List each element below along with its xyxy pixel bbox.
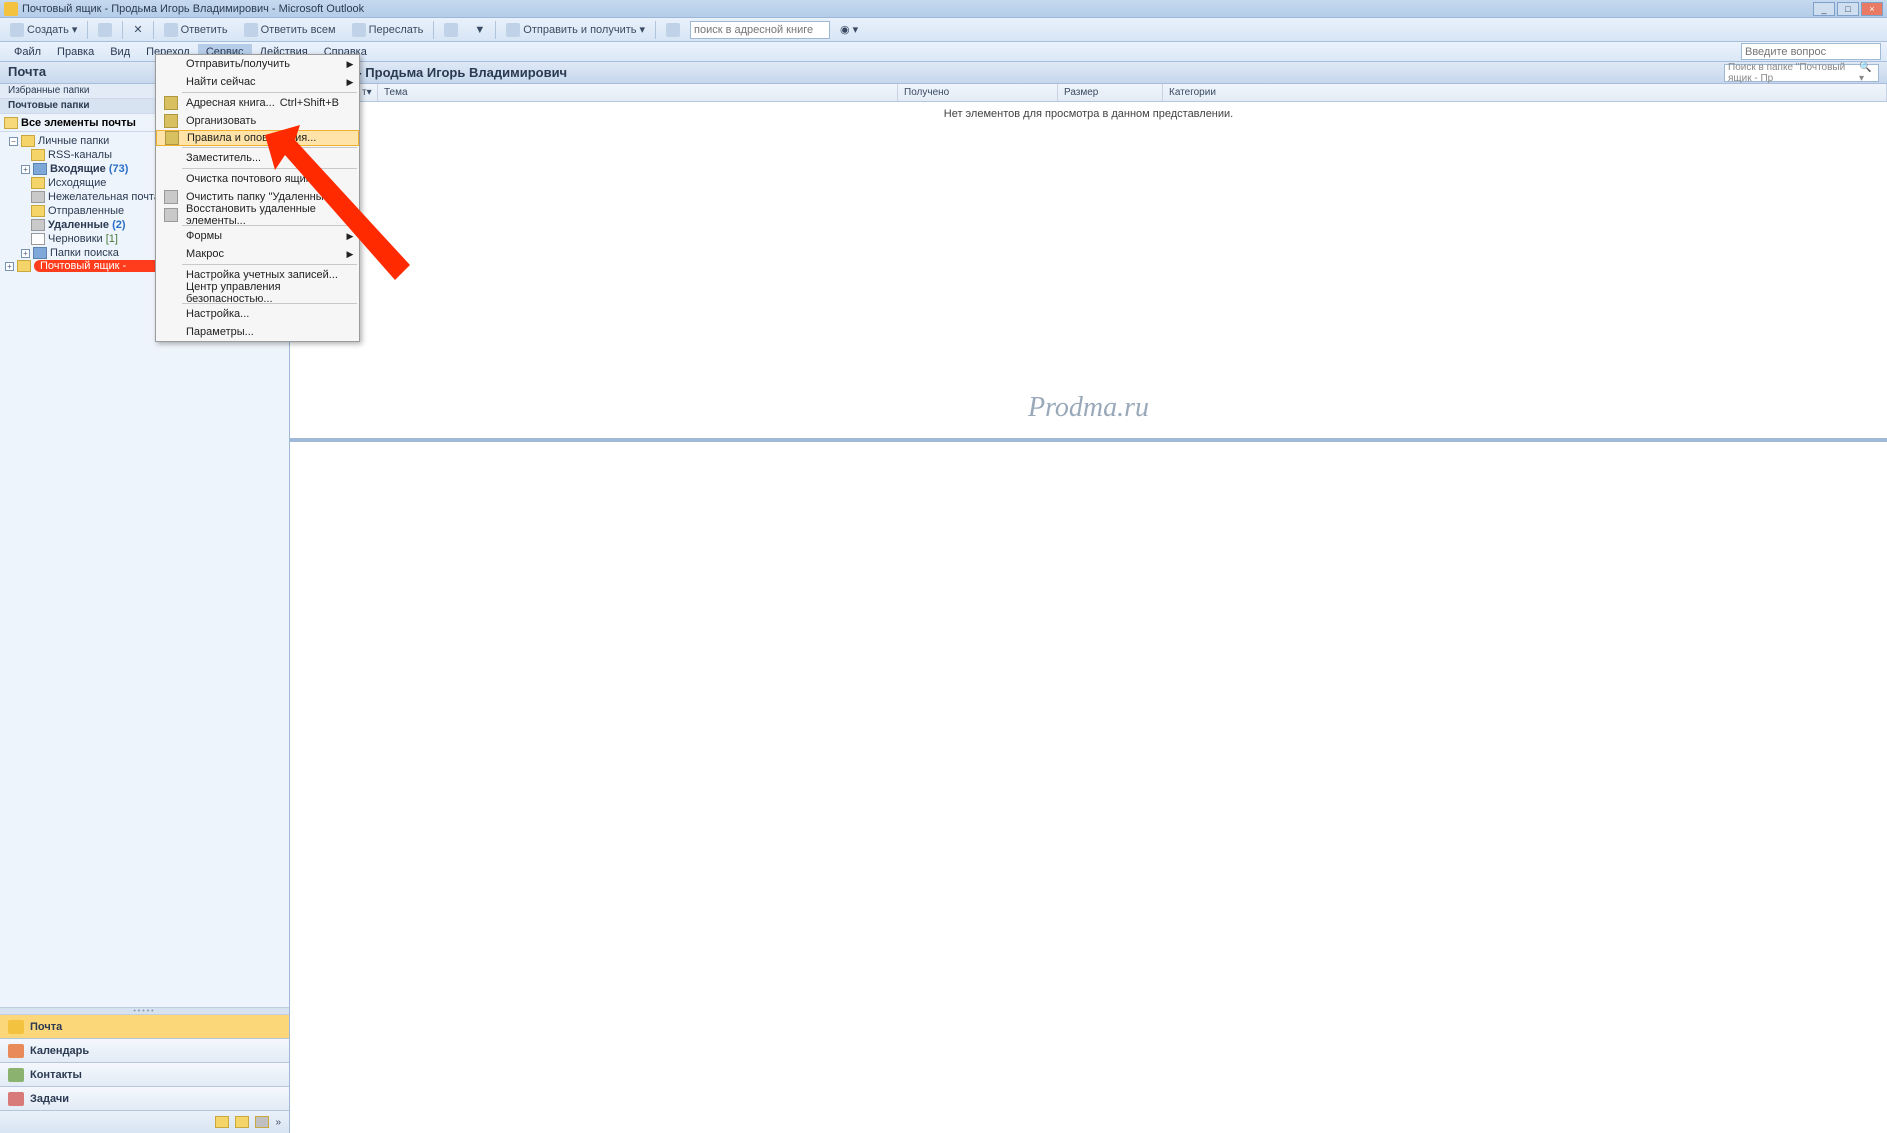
col-received[interactable]: Получено (898, 84, 1058, 101)
address-search-input[interactable] (690, 21, 830, 39)
outbox-icon (31, 177, 45, 189)
main-header: ый ящик - Продьма Игорь Владимирович Пои… (290, 62, 1887, 84)
calendar-icon (8, 1044, 24, 1058)
contacts-icon (8, 1068, 24, 1082)
flag-button[interactable]: ▼ (468, 22, 491, 38)
navbtn-contacts[interactable]: Контакты (0, 1063, 289, 1087)
close-button[interactable]: × (1861, 2, 1883, 16)
folder-search-input[interactable]: Поиск в папке "Почтовый ящик - Пр🔍 ▾ (1724, 64, 1879, 82)
print-icon (98, 23, 112, 37)
menu-item-3[interactable]: Организовать (156, 112, 359, 130)
junk-icon (31, 191, 45, 203)
mail-new-icon (10, 23, 24, 37)
menu-item-8[interactable]: Восстановить удаленные элементы... (156, 206, 359, 224)
categorize-button[interactable] (438, 21, 464, 39)
drafts-icon (31, 233, 45, 245)
trash-icon (31, 219, 45, 231)
shortcut-list-icon[interactable] (255, 1116, 269, 1128)
menu-item-13[interactable]: Настройка... (156, 305, 359, 323)
navbtn-mail[interactable]: Почта (0, 1015, 289, 1039)
send-receive-icon (506, 23, 520, 37)
forward-button[interactable]: Переслать (346, 21, 430, 39)
menu-item-2[interactable]: Адресная книга...Ctrl+Shift+B (156, 94, 359, 112)
mailbox-icon (17, 260, 31, 272)
menu-edit[interactable]: Правка (49, 44, 102, 60)
col-categories[interactable]: Категории (1163, 84, 1887, 101)
column-headers: т ▾ Тема Получено Размер Категории (290, 84, 1887, 102)
empty-message: Нет элементов для просмотра в данном пре… (944, 108, 1233, 120)
service-dropdown: Отправить/получить▶Найти сейчас▶ Адресная… (155, 54, 360, 342)
search-folder-icon (33, 247, 47, 259)
menu-item-9[interactable]: Формы▶ (156, 227, 359, 245)
menu-item-4[interactable]: Правила и оповещения... (156, 130, 359, 146)
minimize-button[interactable]: _ (1813, 2, 1835, 16)
window-title: Почтовый ящик - Продьма Игорь Владимиров… (22, 3, 364, 15)
create-button[interactable]: Создать ▾ (4, 21, 83, 39)
menu-item-6[interactable]: Очистка почтового ящика... (156, 170, 359, 188)
reply-button[interactable]: Ответить (158, 21, 234, 39)
expand-icon[interactable]: » (275, 1117, 281, 1128)
addressbook-button[interactable] (660, 21, 686, 39)
envelope-icon (4, 117, 18, 129)
nav-footer: » (0, 1111, 289, 1133)
navbtn-tasks[interactable]: Задачи (0, 1087, 289, 1111)
nav-resize-handle[interactable]: ••••• (0, 1007, 289, 1015)
folder-icon[interactable] (235, 1116, 249, 1128)
folder-icon (31, 149, 45, 161)
shortcut-icon[interactable] (215, 1116, 229, 1128)
reply-icon (164, 23, 178, 37)
main-pane: ый ящик - Продьма Игорь Владимирович Пои… (290, 62, 1887, 1133)
watermark: Prodma.ru (1028, 392, 1149, 424)
menu-item-12[interactable]: Центр управления безопасностью... (156, 284, 359, 302)
folder-icon (21, 135, 35, 147)
outlook-icon (4, 2, 18, 16)
col-size[interactable]: Размер (1058, 84, 1163, 101)
menu-item-5[interactable]: Заместитель... (156, 149, 359, 167)
menu-file[interactable]: Файл (6, 44, 49, 60)
print-button[interactable] (92, 21, 118, 39)
inbox-icon (33, 163, 47, 175)
maximize-button[interactable]: □ (1837, 2, 1859, 16)
menu-view[interactable]: Вид (102, 44, 138, 60)
reply-all-icon (244, 23, 258, 37)
titlebar: Почтовый ящик - Продьма Игорь Владимиров… (0, 0, 1887, 18)
send-receive-button[interactable]: Отправить и получить ▾ (500, 21, 651, 39)
reply-all-button[interactable]: Ответить всем (238, 21, 342, 39)
menu-item-10[interactable]: Макрос▶ (156, 245, 359, 263)
message-list: Нет элементов для просмотра в данном пре… (290, 102, 1887, 442)
toolbar: Создать ▾ ✕ Ответить Ответить всем Перес… (0, 18, 1887, 42)
menu-item-1[interactable]: Найти сейчас▶ (156, 73, 359, 91)
categorize-icon (444, 23, 458, 37)
menu-item-0[interactable]: Отправить/получить▶ (156, 55, 359, 73)
mail-icon (8, 1020, 24, 1034)
reading-pane (290, 442, 1887, 1133)
sent-icon (31, 205, 45, 217)
question-input[interactable] (1741, 43, 1881, 60)
navbtn-calendar[interactable]: Календарь (0, 1039, 289, 1063)
col-subject[interactable]: Тема (378, 84, 898, 101)
book-icon (666, 23, 680, 37)
delete-button[interactable]: ✕ (127, 21, 148, 38)
forward-icon (352, 23, 366, 37)
help-button[interactable]: ◉ ▾ (834, 21, 864, 38)
menu-item-14[interactable]: Параметры... (156, 323, 359, 341)
tasks-icon (8, 1092, 24, 1106)
